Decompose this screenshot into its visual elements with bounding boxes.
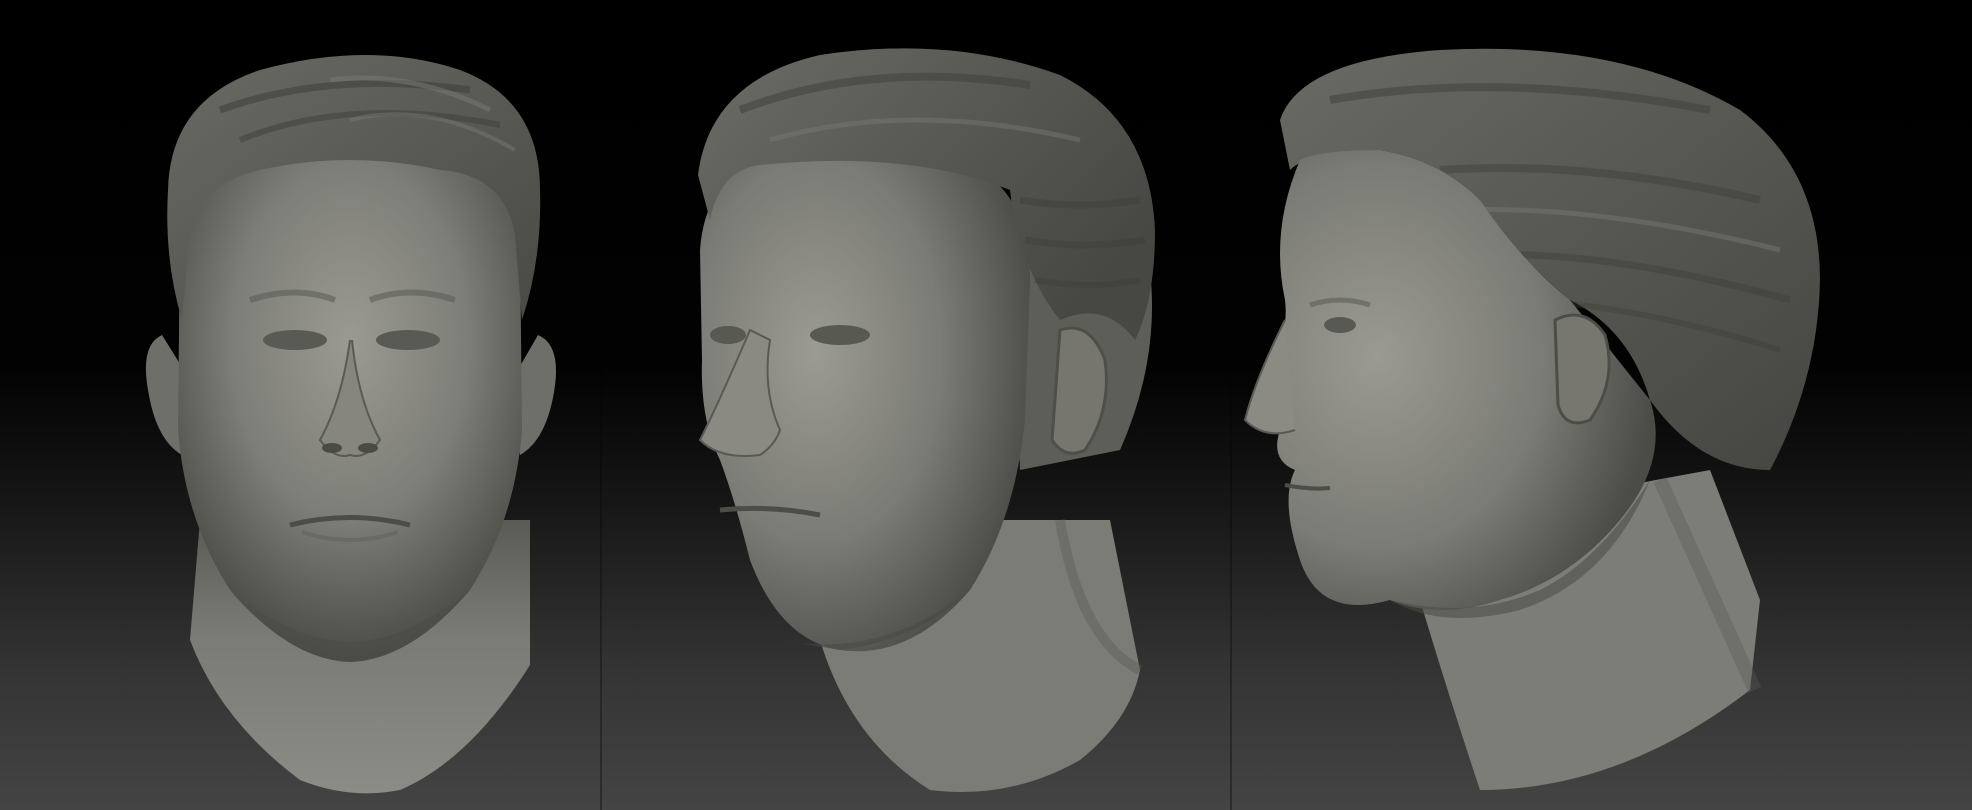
left-eye (263, 330, 327, 350)
right-eye (376, 330, 440, 350)
sculpt-viewport[interactable] (0, 0, 1972, 810)
front-head-render (145, 55, 556, 794)
eye (1324, 317, 1356, 333)
profile-head-render (1243, 48, 1820, 790)
view-divider-2 (1230, 0, 1232, 810)
three-quarter-head-render (698, 48, 1155, 792)
three-quarter-view (680, 0, 1200, 810)
far-eye (710, 326, 746, 344)
view-divider-1 (600, 0, 602, 810)
front-view (110, 0, 590, 810)
profile-view (1240, 0, 1840, 810)
near-eye (810, 325, 870, 345)
